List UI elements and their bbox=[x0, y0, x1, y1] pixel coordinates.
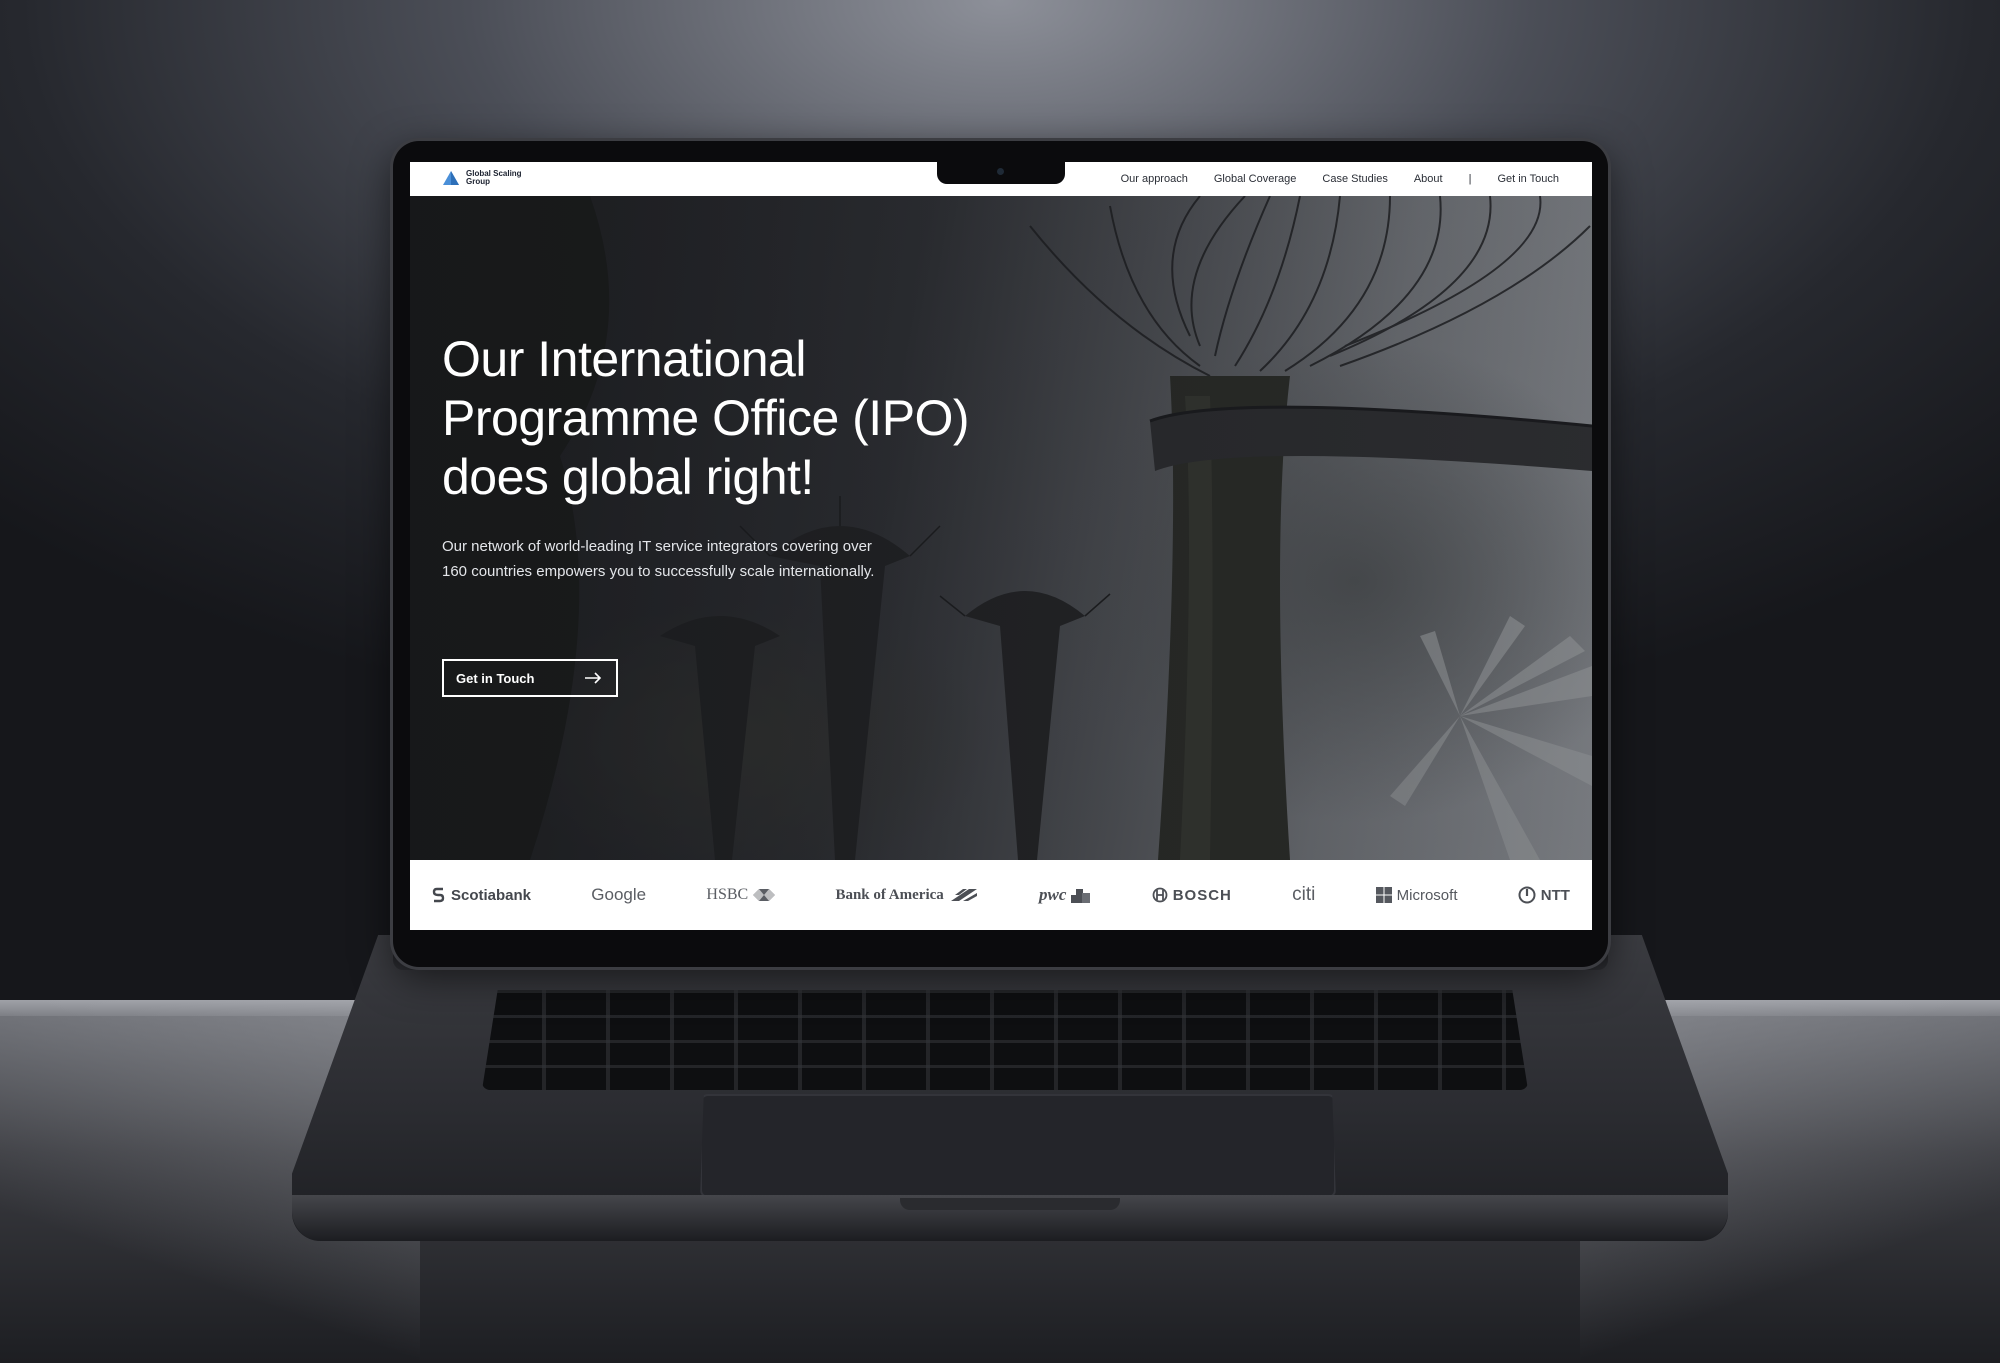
camera-icon bbox=[997, 168, 1004, 175]
cta-label: Get in Touch bbox=[456, 670, 535, 686]
nav-link-our-approach[interactable]: Our approach bbox=[1121, 173, 1188, 185]
triangle-logo-icon bbox=[443, 171, 459, 185]
bosch-armature-icon bbox=[1152, 887, 1168, 903]
bank-of-america-logo: Bank of America bbox=[835, 887, 978, 904]
pwc-logo: pwc bbox=[1039, 885, 1091, 905]
nav-link-case-studies[interactable]: Case Studies bbox=[1322, 173, 1387, 185]
scene-background: Global Scaling Group Our approach Global… bbox=[0, 0, 2000, 1363]
site-logo[interactable]: Global Scaling Group bbox=[442, 170, 526, 186]
ntt-power-icon bbox=[1518, 886, 1536, 904]
hero-title: Our International Programme Office (IPO)… bbox=[442, 331, 970, 505]
nav-menu: Our approach Global Coverage Case Studie… bbox=[1121, 162, 1559, 196]
google-logo: Google bbox=[591, 885, 647, 904]
bosch-logo: BOSCH bbox=[1152, 887, 1232, 904]
camera-notch bbox=[937, 162, 1065, 184]
microsoft-windows-icon bbox=[1375, 887, 1392, 903]
laptop-screen: Global Scaling Group Our approach Global… bbox=[410, 162, 1592, 930]
scotiabank-icon bbox=[432, 887, 445, 903]
pwc-blocks-icon bbox=[1071, 889, 1091, 903]
citi-logo: citi bbox=[1292, 884, 1316, 905]
laptop-lid-notch bbox=[900, 1198, 1120, 1210]
nav-link-about[interactable]: About bbox=[1414, 173, 1443, 185]
scotiabank-logo: Scotiabank bbox=[432, 887, 531, 904]
microsoft-logo: Microsoft bbox=[1375, 887, 1457, 904]
get-in-touch-button[interactable]: Get in Touch bbox=[442, 659, 618, 697]
logo-text: Global Scaling Group bbox=[466, 169, 522, 186]
laptop-trackpad bbox=[700, 1094, 1336, 1198]
hero-overlay bbox=[410, 196, 1592, 860]
partner-logos-bar: Scotiabank Google HSBC Bank of America p… bbox=[410, 860, 1592, 930]
hsbc-hexagon-icon bbox=[753, 889, 776, 901]
hero-section: Our International Programme Office (IPO)… bbox=[410, 196, 1592, 860]
nav-link-global-coverage[interactable]: Global Coverage bbox=[1214, 173, 1297, 185]
arrow-right-icon bbox=[585, 672, 602, 684]
bank-of-america-flag-icon bbox=[950, 889, 977, 901]
hero-subtitle: Our network of world-leading IT service … bbox=[442, 538, 875, 580]
nav-get-in-touch-link[interactable]: Get in Touch bbox=[1497, 173, 1559, 185]
hsbc-logo: HSBC bbox=[706, 886, 776, 904]
laptop-keyboard bbox=[482, 990, 1528, 1090]
nav-separator: | bbox=[1468, 173, 1472, 185]
ntt-logo: NTT bbox=[1518, 886, 1570, 904]
